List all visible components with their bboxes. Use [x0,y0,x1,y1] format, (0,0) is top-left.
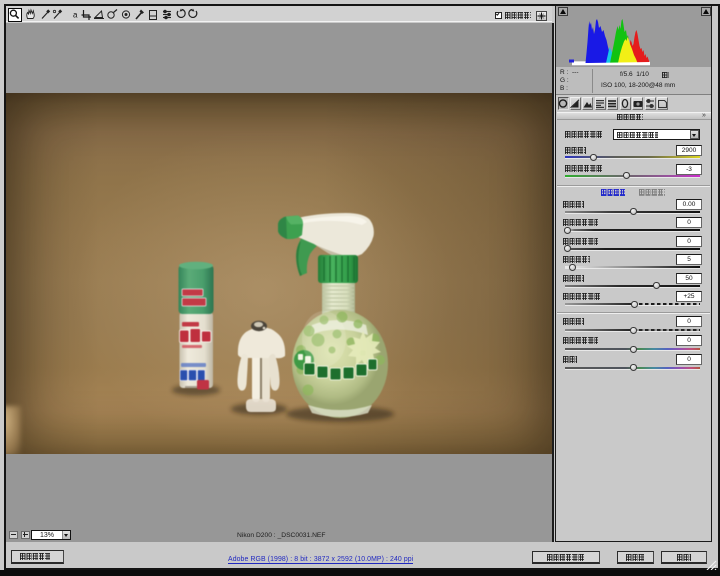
svg-text:a: a [73,11,78,20]
